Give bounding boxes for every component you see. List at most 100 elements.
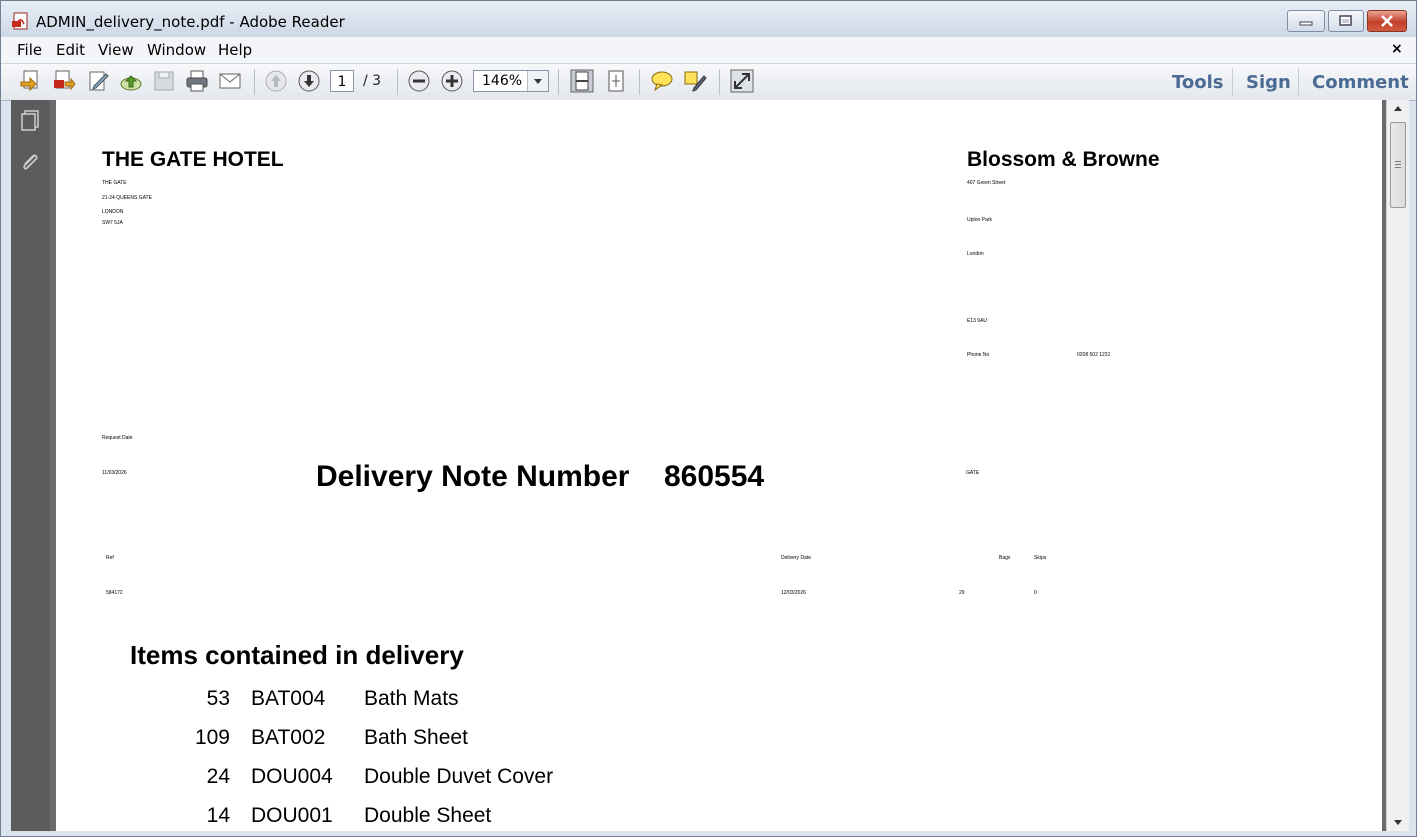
scroll-grip <box>1395 164 1401 165</box>
minus-circle-icon <box>408 70 430 92</box>
scroll-grip <box>1395 167 1401 168</box>
page-total: / 3 <box>363 73 382 89</box>
supplier-phone: 0208 502 1231 <box>1077 352 1111 358</box>
ref-header: Ref <box>106 555 114 561</box>
close-icon <box>1381 15 1393 27</box>
cloud-upload-icon <box>120 75 142 91</box>
previous-page-button[interactable] <box>263 68 289 94</box>
sender-name: THE GATE HOTEL <box>102 148 284 171</box>
item-description: Double Sheet <box>364 804 492 827</box>
menu-file[interactable]: File <box>17 41 42 59</box>
scrolling-mode-button[interactable] <box>569 68 595 94</box>
menu-window[interactable]: Window <box>147 41 206 59</box>
toolbar-separator <box>397 69 398 95</box>
ref-value: 584172 <box>106 590 123 596</box>
speech-bubble-icon <box>651 71 673 92</box>
sign-pane-button[interactable]: Sign <box>1246 72 1291 93</box>
print-icon <box>186 70 208 92</box>
zoom-value: 146% <box>482 73 523 89</box>
supplier-code: GATE <box>966 470 980 476</box>
plus-circle-icon <box>441 70 463 92</box>
email-button[interactable] <box>217 68 243 94</box>
request-date: 11/03/2026 <box>102 470 127 476</box>
sender-line: SW7 5JA <box>102 220 123 226</box>
tools-pane-button[interactable]: Tools <box>1172 72 1224 93</box>
toolbar-separator <box>719 69 720 95</box>
zoom-select[interactable]: 146% <box>473 70 549 92</box>
scrollbar-thumb[interactable] <box>1390 122 1406 208</box>
item-qty: 14 <box>206 804 230 827</box>
scroll-up-button[interactable] <box>1387 100 1409 117</box>
item-description: Bath Sheet <box>364 726 468 749</box>
sender-line: 21-24 QUEENS GATE <box>102 195 152 201</box>
vertical-scrollbar[interactable] <box>1386 100 1409 831</box>
upload-cloud-button[interactable] <box>118 68 144 94</box>
supplier-city: London <box>967 251 984 257</box>
maximize-button[interactable] <box>1328 10 1364 32</box>
create-pdf-icon <box>20 70 38 92</box>
highlighter-icon <box>684 71 707 92</box>
full-screen-button[interactable] <box>729 68 755 94</box>
menu-view[interactable]: View <box>98 41 134 59</box>
scroll-down-button[interactable] <box>1387 814 1409 831</box>
fit-page-button[interactable] <box>603 68 629 94</box>
create-pdf-button[interactable] <box>18 68 44 94</box>
expand-icon <box>730 69 754 93</box>
items-heading: Items contained in delivery <box>130 640 464 670</box>
pdf-page: THE GATE HOTEL THE GATE 21-24 QUEENS GAT… <box>56 100 1382 831</box>
request-date-label: Request Date <box>102 435 133 441</box>
navigation-pane <box>11 100 50 831</box>
arrow-up-circle-icon <box>265 70 287 92</box>
edit-pdf-button[interactable] <box>85 68 111 94</box>
zoom-dropdown[interactable] <box>527 71 548 91</box>
document-view[interactable]: THE GATE HOTEL THE GATE 21-24 QUEENS GAT… <box>50 100 1386 831</box>
supplier-phone-label: Phone No <box>967 352 990 358</box>
item-qty: 53 <box>206 687 230 710</box>
menu-help[interactable]: Help <box>218 41 252 59</box>
supplier-street: 407 Green Street <box>967 180 1006 186</box>
print-button[interactable] <box>184 68 210 94</box>
edit-pdf-icon <box>89 71 109 91</box>
app-window: ADMIN_delivery_note.pdf - Adobe Reader F… <box>0 0 1417 837</box>
export-pdf-icon <box>54 70 76 91</box>
zoom-out-button[interactable] <box>406 68 432 94</box>
supplier-name: Blossom & Browne <box>967 148 1160 171</box>
export-pdf-button[interactable] <box>51 68 77 94</box>
bags-value: 29 <box>959 590 965 596</box>
page-number-input[interactable]: 1 <box>330 70 354 92</box>
menu-edit[interactable]: Edit <box>56 41 85 59</box>
comment-pane-button[interactable]: Comment <box>1312 72 1409 93</box>
title-bar: ADMIN_delivery_note.pdf - Adobe Reader <box>1 1 1416 37</box>
toolbar-separator <box>1232 68 1233 96</box>
toolbar-separator <box>254 69 255 95</box>
chevron-down-icon <box>534 79 542 84</box>
minimize-button[interactable] <box>1287 10 1325 32</box>
scroll-up-arrow-icon <box>1394 106 1402 111</box>
delivery-date-header: Delivery Date <box>781 555 812 561</box>
item-code: BAT002 <box>251 726 326 749</box>
delivery-note-label: Delivery Note Number <box>316 460 630 493</box>
pdf-file-icon <box>12 12 28 30</box>
attachments-button[interactable] <box>18 150 42 174</box>
supplier-postcode: E13 9AU <box>967 318 988 324</box>
close-button[interactable] <box>1367 10 1407 32</box>
item-qty: 24 <box>206 765 230 788</box>
scroll-page-icon <box>570 69 594 93</box>
arrow-down-circle-icon <box>298 70 320 92</box>
save-button[interactable] <box>151 68 177 94</box>
sender-line: THE GATE <box>102 180 127 186</box>
delivery-note-number: 860554 <box>664 460 765 493</box>
sticky-note-button[interactable] <box>649 68 675 94</box>
close-document-button[interactable]: × <box>1391 41 1403 57</box>
toolbar-separator <box>1298 68 1299 96</box>
next-page-button[interactable] <box>296 68 322 94</box>
item-code: DOU004 <box>251 765 333 788</box>
zoom-in-button[interactable] <box>439 68 465 94</box>
highlight-text-button[interactable] <box>682 68 708 94</box>
delivery-date-value: 12/03/2026 <box>781 590 807 596</box>
paperclip-icon <box>23 154 38 170</box>
bags-header: Bags <box>999 555 1011 561</box>
page-thumbnails-button[interactable] <box>18 108 42 132</box>
item-code: DOU001 <box>251 804 333 827</box>
scroll-grip <box>1395 161 1401 162</box>
